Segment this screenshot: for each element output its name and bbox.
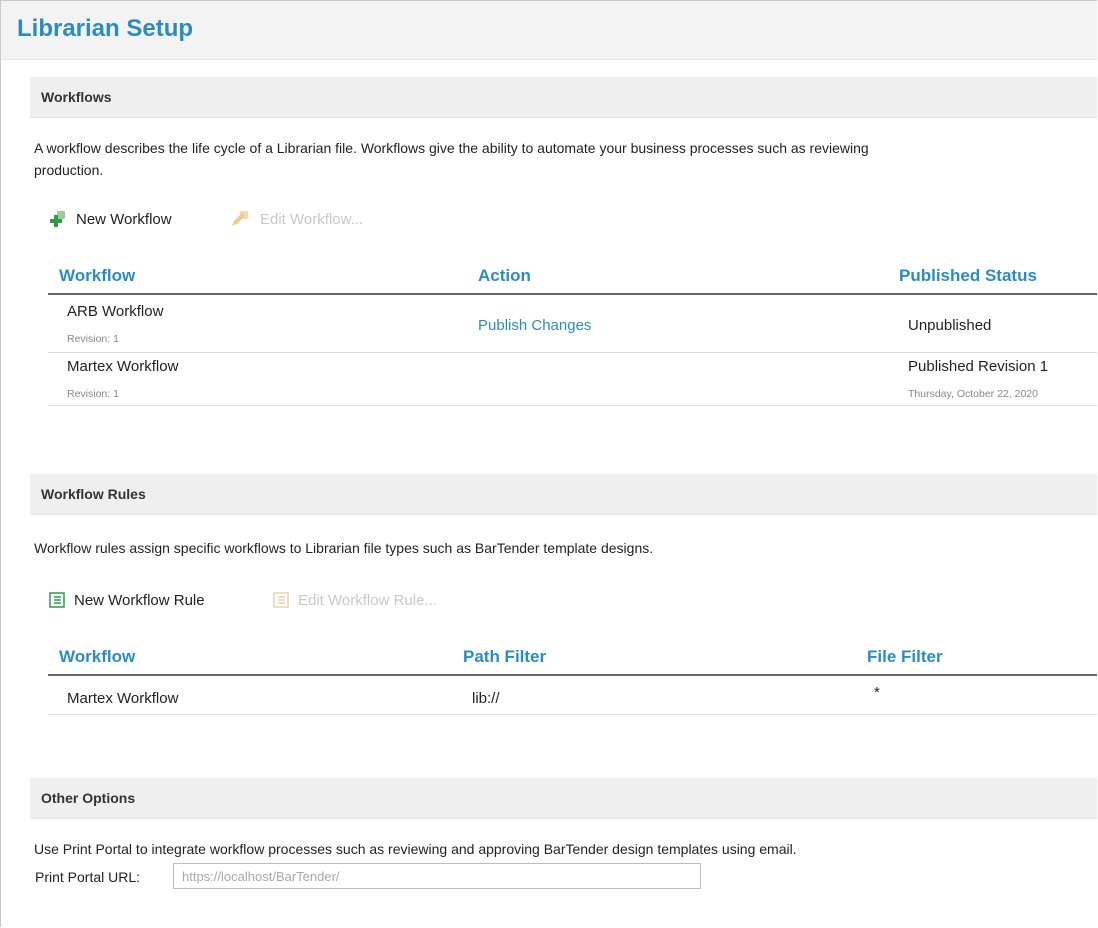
workflow-status-date: Thursday, October 22, 2020 xyxy=(908,388,1038,400)
print-portal-url-input[interactable] xyxy=(173,863,701,889)
edit-workflow-rule-button[interactable]: Edit Workflow Rule... xyxy=(272,591,437,609)
page-header: Librarian Setup xyxy=(1,1,1097,60)
workflow-rules-section-header: Workflow Rules xyxy=(30,474,1097,515)
workflows-column-published-status[interactable]: Published Status xyxy=(899,266,1037,286)
workflows-description-line1: A workflow describes the life cycle of a… xyxy=(34,140,869,156)
workflow-name: ARB Workflow xyxy=(67,303,164,320)
row-divider xyxy=(48,352,1097,353)
workflow-status: Published Revision 1 xyxy=(908,358,1049,375)
new-workflow-rule-label: New Workflow Rule xyxy=(74,591,205,609)
workflows-heading: Workflows xyxy=(41,89,112,105)
workflows-section-header: Workflows xyxy=(30,77,1097,118)
workflow-name: Martex Workflow xyxy=(67,358,179,375)
row-divider xyxy=(48,714,1097,715)
new-workflow-rule-button[interactable]: New Workflow Rule xyxy=(48,591,205,609)
page-title: Librarian Setup xyxy=(17,15,194,42)
edit-workflow-icon xyxy=(230,210,252,228)
rule-file-filter: * xyxy=(874,684,880,701)
rules-header-divider xyxy=(48,674,1097,676)
print-portal-url-label: Print Portal URL: xyxy=(35,869,141,885)
other-options-heading: Other Options xyxy=(41,790,136,806)
rules-column-workflow[interactable]: Workflow xyxy=(59,647,135,667)
workflow-revision: Revision: 1 xyxy=(67,388,119,400)
workflows-column-action[interactable]: Action xyxy=(478,266,531,286)
librarian-setup-window: Librarian Setup Workflows A workflow des… xyxy=(0,0,1097,927)
workflows-description-line2: production. xyxy=(34,162,104,178)
row-divider xyxy=(48,405,1097,406)
add-workflow-icon xyxy=(48,210,68,228)
rules-column-path-filter[interactable]: Path Filter xyxy=(463,647,546,667)
edit-workflow-rule-label: Edit Workflow Rule... xyxy=(298,591,437,609)
publish-changes-link[interactable]: Publish Changes xyxy=(478,317,591,334)
new-workflow-label: New Workflow xyxy=(76,210,172,228)
edit-workflow-label: Edit Workflow... xyxy=(260,210,364,228)
rules-column-file-filter[interactable]: File Filter xyxy=(867,647,943,667)
workflow-rules-heading: Workflow Rules xyxy=(41,486,146,502)
edit-rule-icon xyxy=(272,591,290,609)
workflows-header-divider xyxy=(48,293,1097,295)
workflows-column-workflow[interactable]: Workflow xyxy=(59,266,135,286)
edit-workflow-button[interactable]: Edit Workflow... xyxy=(230,210,363,228)
other-options-section-header: Other Options xyxy=(30,778,1097,819)
add-rule-icon xyxy=(48,591,66,609)
other-options-description: Use Print Portal to integrate workflow p… xyxy=(34,841,797,857)
workflow-revision: Revision: 1 xyxy=(67,333,119,345)
rule-workflow: Martex Workflow xyxy=(67,690,179,707)
new-workflow-button[interactable]: New Workflow xyxy=(48,210,172,228)
workflow-status: Unpublished xyxy=(908,317,992,334)
rule-path-filter: lib:// xyxy=(472,690,500,707)
workflow-rules-description: Workflow rules assign specific workflows… xyxy=(34,540,654,556)
